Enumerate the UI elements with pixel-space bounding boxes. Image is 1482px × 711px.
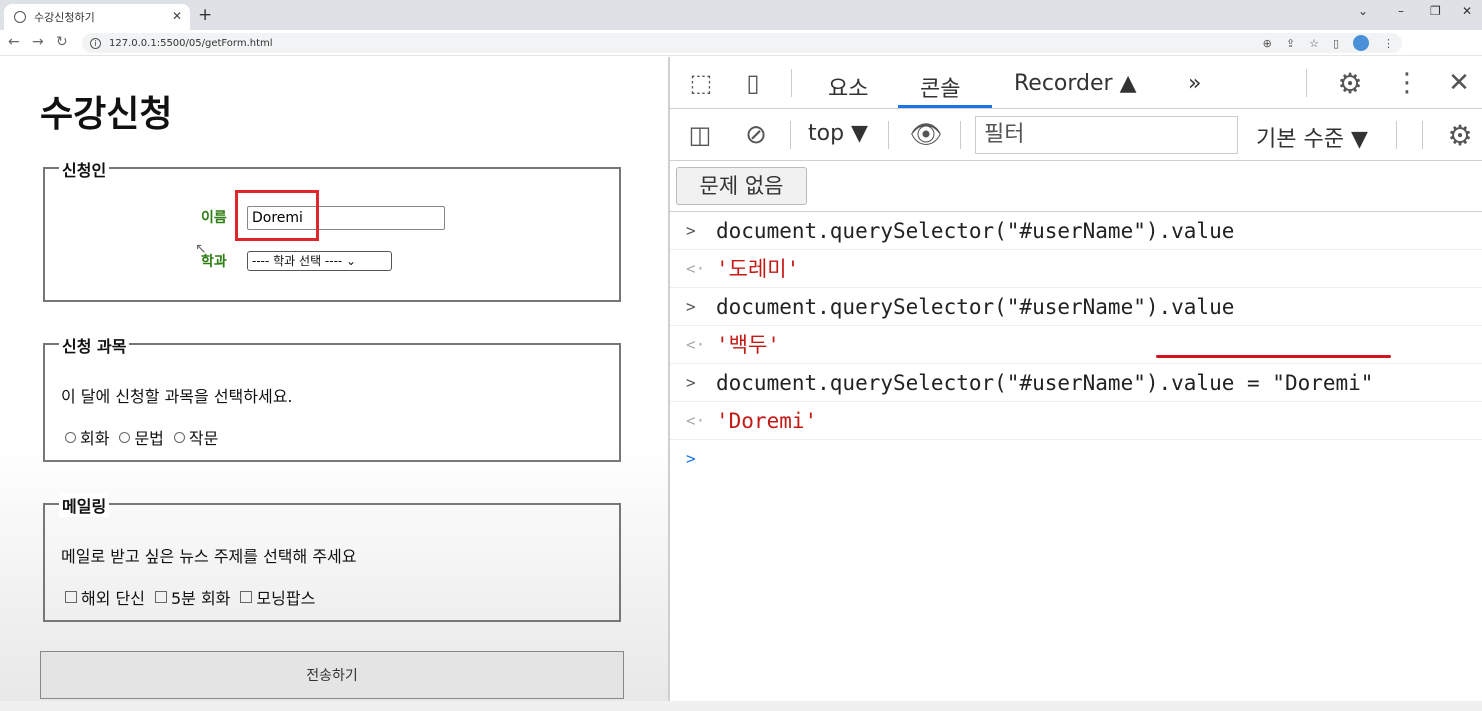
forward-icon[interactable]: → <box>32 34 44 50</box>
mailing-option[interactable]: 모닝팝스 <box>240 585 315 609</box>
page-content: 수강신청 신청인 이름 Doremi ↖ 학과 ---- 학과 선택 ---- … <box>0 57 668 701</box>
address-toolbar: ← → ↻ i 127.0.0.1:5500/05/getForm.html ⊕… <box>0 30 1482 56</box>
context-select[interactable]: top ▼ <box>808 121 868 146</box>
applicant-fieldset: 신청인 이름 Doremi ↖ 학과 ---- 학과 선택 ---- ⌄ <box>43 157 621 302</box>
page-title: 수강신청 <box>40 94 173 135</box>
checkbox-icon[interactable] <box>240 591 253 603</box>
mailing-fieldset: 메일링 메일로 받고 싶은 뉴스 주제를 선택해 주세요 해외 단신 5분 회화… <box>43 493 621 622</box>
divider <box>791 69 792 97</box>
highlight-box <box>235 190 319 241</box>
divider <box>960 121 961 149</box>
applicant-legend: 신청인 <box>59 157 110 181</box>
mailing-option[interactable]: 5분 회화 <box>154 585 230 609</box>
console-prompt[interactable]: > <box>670 440 1482 478</box>
prompt-chevron-icon: > <box>686 449 696 468</box>
console-result-line: <· '도레미' <box>670 250 1482 288</box>
url-text: 127.0.0.1:5500/05/getForm.html <box>109 37 273 49</box>
active-tab-indicator <box>898 105 992 108</box>
divider <box>1422 121 1423 149</box>
zoom-icon[interactable]: ⊕ <box>1263 37 1272 50</box>
maximize-button[interactable]: ❐ <box>1430 4 1441 18</box>
more-options-icon[interactable]: ⋮ <box>1392 67 1422 99</box>
mailing-instruction: 메일로 받고 싶은 뉴스 주제를 선택해 주세요 <box>61 547 357 566</box>
clear-console-icon[interactable]: ⊘ <box>740 119 772 151</box>
console-output: > document.querySelector("#userName").val… <box>670 212 1482 478</box>
return-arrow-icon: <· <box>686 335 706 354</box>
browser-tab-strip: 수강신청하기 ✕ + ⌄ – ❐ ✕ <box>0 0 1482 30</box>
settings-gear-icon[interactable]: ⚙ <box>1334 67 1366 100</box>
tab-close-icon[interactable]: ✕ <box>172 9 182 23</box>
devtools-tabbar: ⬚ ▯ 요소 콘솔 Recorder ▲ » ⚙ ⋮ ✕ <box>670 57 1482 109</box>
mailing-option[interactable]: 해외 단신 <box>65 585 145 609</box>
return-arrow-icon: <· <box>686 411 706 430</box>
courses-options: 회화 문법 작문 <box>65 425 228 449</box>
close-window-button[interactable]: ✕ <box>1462 4 1472 18</box>
close-devtools-icon[interactable]: ✕ <box>1444 67 1474 99</box>
mailing-legend: 메일링 <box>59 493 110 517</box>
checkbox-icon[interactable] <box>65 591 77 603</box>
chevron-right-icon: > <box>686 373 696 392</box>
log-level-select[interactable]: 기본 수준 ▼ <box>1256 121 1368 153</box>
bottom-edge <box>0 701 1482 711</box>
sidebar-toggle-icon[interactable]: ◫ <box>684 119 716 151</box>
eye-icon[interactable]: 👁 <box>908 119 944 151</box>
minimize-button[interactable]: – <box>1398 4 1404 18</box>
console-input-line: > document.querySelector("#userName").val… <box>670 364 1482 402</box>
courses-instruction: 이 달에 신청할 과목을 선택하세요. <box>61 387 293 406</box>
checkbox-icon[interactable] <box>154 591 167 603</box>
radio-icon[interactable] <box>65 431 76 443</box>
address-bar[interactable]: i 127.0.0.1:5500/05/getForm.html ⊕ ⇪ ☆ ▯… <box>82 33 1402 53</box>
globe-icon <box>14 11 26 23</box>
course-option[interactable]: 작문 <box>173 425 218 449</box>
courses-fieldset: 신청 과목 이 달에 신청할 과목을 선택하세요. 회화 문법 작문 <box>43 333 621 462</box>
divider <box>888 121 889 149</box>
console-input-line: > document.querySelector("#userName").val… <box>670 212 1482 250</box>
radio-icon[interactable] <box>119 431 131 443</box>
chevron-right-icon: > <box>686 221 696 240</box>
divider <box>1306 69 1307 97</box>
more-tabs-icon[interactable]: » <box>1188 71 1201 96</box>
submit-button[interactable]: 전송하기 <box>40 651 624 699</box>
tab-elements[interactable]: 요소 <box>828 71 868 103</box>
divider <box>790 121 791 149</box>
bookmark-star-icon[interactable]: ☆ <box>1309 37 1319 50</box>
department-select[interactable]: ---- 학과 선택 ---- ⌄ <box>247 251 392 271</box>
site-info-icon[interactable]: i <box>90 37 101 49</box>
console-toolbar: ◫ ⊘ top ▼ 👁 필터 기본 수준 ▼ ⚙ <box>670 109 1482 161</box>
profile-avatar[interactable] <box>1353 35 1369 51</box>
name-label: 이름 <box>201 210 227 226</box>
course-option[interactable]: 회화 <box>65 425 109 449</box>
inspect-element-icon[interactable]: ⬚ <box>686 69 716 97</box>
side-panel-icon[interactable]: ▯ <box>1333 37 1339 50</box>
courses-legend: 신청 과목 <box>59 333 130 357</box>
menu-icon[interactable]: ⋮ <box>1383 37 1394 50</box>
mailing-options: 해외 단신 5분 회화 모닝팝스 <box>65 585 325 609</box>
divider <box>1396 121 1397 149</box>
console-settings-icon[interactable]: ⚙ <box>1444 119 1476 152</box>
issues-button[interactable]: 문제 없음 <box>676 167 807 205</box>
console-result-line: <· 'Doremi' <box>670 402 1482 440</box>
chevron-right-icon: > <box>686 297 696 316</box>
radio-icon[interactable] <box>173 431 185 443</box>
browser-tab[interactable]: 수강신청하기 ✕ <box>4 4 190 30</box>
share-icon[interactable]: ⇪ <box>1286 37 1295 50</box>
tab-search-icon[interactable]: ⌄ <box>1358 4 1368 18</box>
return-arrow-icon: <· <box>686 259 706 278</box>
console-result-line: <· '백두' <box>670 326 1482 364</box>
tab-recorder[interactable]: Recorder ▲ <box>1014 71 1137 96</box>
department-label: 학과 <box>201 254 227 270</box>
console-input-line: > document.querySelector("#userName").val… <box>670 288 1482 326</box>
tab-console[interactable]: 콘솔 <box>920 71 960 103</box>
course-option[interactable]: 문법 <box>119 425 164 449</box>
reload-icon[interactable]: ↻ <box>56 34 68 50</box>
filter-input[interactable]: 필터 <box>975 116 1238 154</box>
tab-title: 수강신청하기 <box>34 11 95 24</box>
device-toolbar-icon[interactable]: ▯ <box>738 67 768 99</box>
devtools-panel: ⬚ ▯ 요소 콘솔 Recorder ▲ » ⚙ ⋮ ✕ ◫ ⊘ top ▼ 👁… <box>668 57 1482 701</box>
new-tab-button[interactable]: + <box>198 5 212 25</box>
highlight-underline <box>1156 355 1391 358</box>
back-icon[interactable]: ← <box>8 34 20 50</box>
